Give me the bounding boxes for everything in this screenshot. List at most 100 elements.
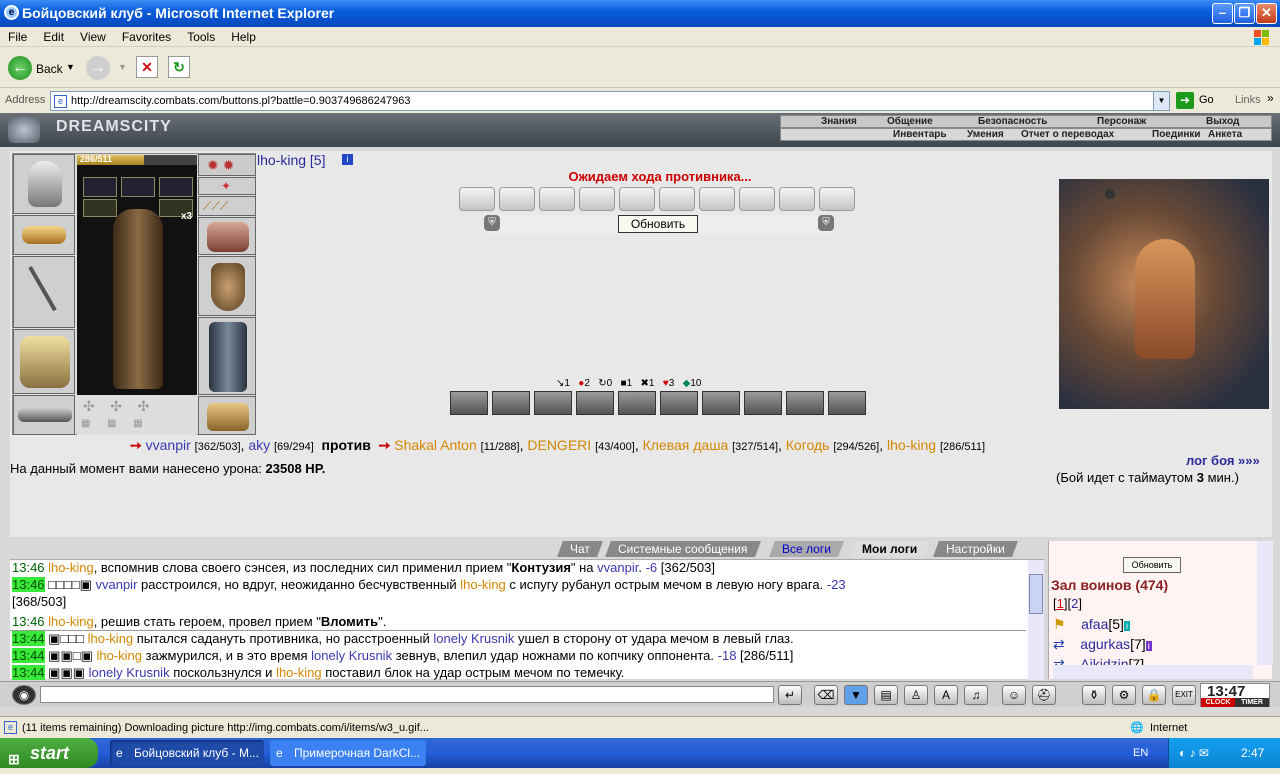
nav-duels[interactable]: Поединки <box>1152 129 1201 140</box>
bottle-icon[interactable]: ⚱ <box>1082 685 1106 705</box>
potion-icon[interactable] <box>121 177 155 197</box>
scroll-slot[interactable] <box>579 187 615 211</box>
sound-icon[interactable]: ♫ <box>964 685 988 705</box>
scroll-slot[interactable] <box>499 187 535 211</box>
nav-inventory[interactable]: Инвентарь <box>893 129 947 140</box>
scroll-slot[interactable] <box>819 187 855 211</box>
boots-slot[interactable] <box>198 396 256 435</box>
start-button[interactable]: ⊞ start <box>0 738 98 768</box>
skill-slot[interactable] <box>492 391 530 415</box>
log-player-name[interactable]: vvanpir <box>597 560 638 575</box>
shield-left-icon[interactable]: ⛨ <box>484 215 500 231</box>
amulet-slot[interactable]: ✦ <box>198 177 256 195</box>
team2-member-name[interactable]: DENGERI <box>527 437 591 453</box>
go-arrow-icon[interactable]: ➜ <box>1176 92 1194 109</box>
fighter-icon[interactable]: ♙ <box>904 685 928 705</box>
armor-slot[interactable] <box>13 329 75 394</box>
log-player-name[interactable]: -23 <box>827 577 846 592</box>
language-indicator[interactable]: EN <box>1133 738 1148 768</box>
save-icon[interactable]: ▤ <box>874 685 898 705</box>
potion-icon[interactable] <box>159 177 193 197</box>
back-dropdown-icon[interactable]: ▼ <box>66 62 75 72</box>
log-scrollbar[interactable] <box>1028 560 1044 680</box>
info-icon[interactable]: i <box>1145 641 1152 651</box>
scroll-slot[interactable] <box>619 187 655 211</box>
nav-skills[interactable]: Умения <box>967 129 1004 140</box>
lock-icon[interactable]: 🔒 <box>1142 685 1166 705</box>
team1-member-name[interactable]: aky <box>248 437 270 453</box>
menu-file[interactable]: File <box>0 27 35 44</box>
character-name[interactable]: lho-king [5] <box>257 152 325 168</box>
menu-help[interactable]: Help <box>223 27 264 44</box>
skill-slot[interactable] <box>744 391 782 415</box>
bracers-slot[interactable] <box>13 215 75 255</box>
battle-refresh-button[interactable]: Обновить <box>618 215 698 233</box>
menu-view[interactable]: View <box>72 27 114 44</box>
shield-slot[interactable] <box>198 256 256 316</box>
log-player-name[interactable]: lho-king <box>48 560 94 575</box>
menu-favorites[interactable]: Favorites <box>114 27 179 44</box>
font-size-icon[interactable]: A <box>934 685 958 705</box>
team1-member-name[interactable]: vvanpir <box>146 437 191 453</box>
legs-slot[interactable] <box>198 317 256 395</box>
log-player-name[interactable]: vvanpir <box>95 577 137 592</box>
room-refresh-button[interactable]: Обновить <box>1123 557 1181 573</box>
rings-slot[interactable]: ✹ ✹ <box>198 154 256 176</box>
log-player-name[interactable]: lho-king <box>276 665 322 680</box>
nav-communication[interactable]: Общение <box>887 116 933 127</box>
back-button-label[interactable]: Back <box>36 62 63 76</box>
helmet-slot[interactable] <box>13 154 75 214</box>
room-page-2[interactable]: 2 <box>1071 596 1078 611</box>
skill-slot[interactable] <box>702 391 740 415</box>
scroll-slot[interactable] <box>539 187 575 211</box>
room-page-1[interactable]: 1 <box>1057 596 1064 611</box>
tab-settings[interactable]: Настройки <box>933 541 1018 557</box>
log-player-name[interactable]: -18 <box>718 648 737 663</box>
clock-label[interactable]: CLOCK <box>1201 698 1235 707</box>
skill-slot[interactable] <box>618 391 656 415</box>
tab-chat[interactable]: Чат <box>557 541 603 557</box>
tab-system-messages[interactable]: Системные сообщения <box>605 541 761 557</box>
forward-arrow-icon[interactable]: → <box>86 56 110 80</box>
room-user-name[interactable]: Aikidzin <box>1080 656 1128 665</box>
maximize-button[interactable]: ❐ <box>1234 3 1255 24</box>
send-icon[interactable]: ↵ <box>778 685 802 705</box>
shield-right-icon[interactable]: ⛨ <box>818 215 834 231</box>
belt-slot[interactable] <box>13 395 75 435</box>
log-player-name[interactable]: lonely Krusnik <box>311 648 392 663</box>
skill-slot[interactable] <box>660 391 698 415</box>
room-user-name[interactable]: agurkas <box>1080 636 1130 652</box>
stop-icon[interactable]: ✕ <box>136 56 158 78</box>
skill-slot[interactable] <box>576 391 614 415</box>
log-player-name[interactable]: lho-king <box>88 631 134 646</box>
back-arrow-icon[interactable]: ← <box>8 56 32 80</box>
chat-mode-icon[interactable]: ◉ <box>12 685 36 705</box>
helmet-chat-icon[interactable]: ⛑ <box>1032 685 1056 705</box>
log-player-name[interactable]: -6 <box>646 560 658 575</box>
nav-exit[interactable]: Выход <box>1206 116 1239 127</box>
task-darkclan[interactable]: e Примерочная DarkCl... <box>270 740 426 766</box>
scroll-slot[interactable] <box>779 187 815 211</box>
address-input[interactable]: e http://dreamscity.combats.com/buttons.… <box>50 91 1170 111</box>
earrings-slot[interactable]: ⟋⟋⟋ <box>198 196 256 216</box>
minimize-button[interactable]: – <box>1212 3 1233 24</box>
menu-tools[interactable]: Tools <box>179 27 223 44</box>
skill-slot[interactable] <box>534 391 572 415</box>
filter-icon[interactable]: ▼ <box>844 685 868 705</box>
team2-member-name[interactable]: Shakal Anton <box>394 437 477 453</box>
close-button[interactable]: ✕ <box>1256 3 1277 24</box>
gloves-slot[interactable] <box>198 217 256 255</box>
battle-log-link[interactable]: лог боя »»» <box>1186 453 1260 468</box>
exit-icon[interactable]: EXIT <box>1172 685 1196 705</box>
log-player-name[interactable]: lho-king <box>48 614 94 629</box>
skill-slot[interactable] <box>786 391 824 415</box>
smiley-icon[interactable]: ☺ <box>1002 685 1026 705</box>
tab-my-logs[interactable]: Мои логи <box>849 541 931 557</box>
team2-member-name[interactable]: lho-king <box>887 437 936 453</box>
refresh-icon[interactable]: ↻ <box>168 56 190 78</box>
room-user-name[interactable]: afaa <box>1081 616 1108 632</box>
task-combats[interactable]: e Бойцовский клуб - M... <box>110 740 264 766</box>
gear-icon[interactable]: ⚙ <box>1112 685 1136 705</box>
nav-knowledge[interactable]: Знания <box>821 116 857 127</box>
chat-input[interactable] <box>40 686 774 703</box>
